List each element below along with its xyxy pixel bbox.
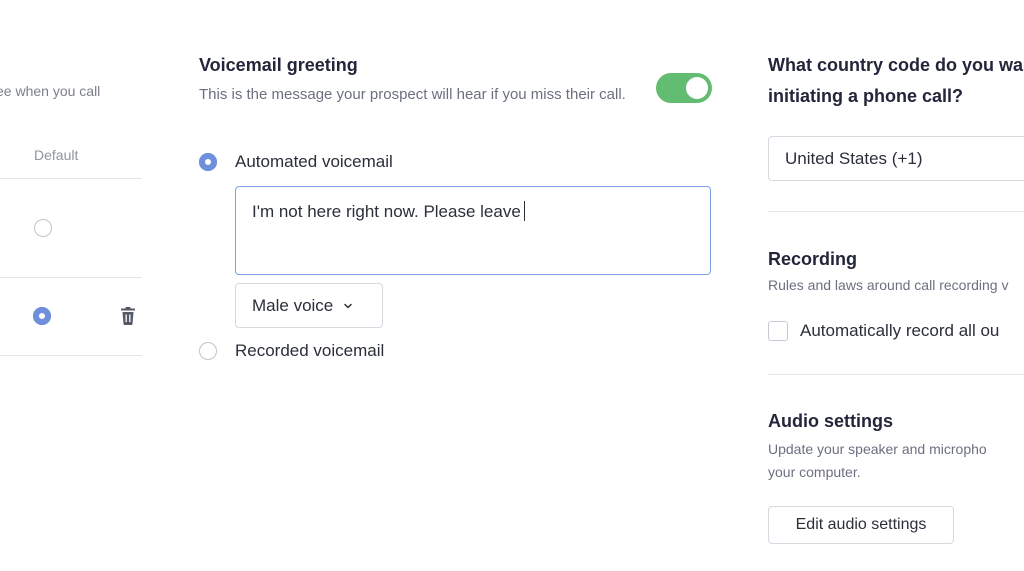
default-radio-row-2[interactable] — [33, 307, 51, 325]
voicemail-message-input[interactable]: I'm not here right now. Please leave — [235, 186, 711, 275]
audio-settings-title: Audio settings — [768, 411, 893, 431]
text-caret — [523, 201, 525, 221]
auto-record-checkbox[interactable] — [768, 321, 788, 341]
recording-title: Recording — [768, 249, 858, 269]
auto-record-label[interactable]: Automatically record all ou — [800, 321, 999, 341]
chevron-down-icon — [344, 303, 353, 308]
column-header-default: Default — [34, 147, 79, 163]
divider — [768, 374, 1024, 375]
divider — [0, 355, 142, 356]
voicemail-toggle[interactable] — [656, 73, 712, 103]
country-code-value: United States (+1) — [785, 148, 923, 168]
voicemail-description: This is the message your prospect will h… — [199, 86, 626, 103]
voicemail-message-text: I'm not here right now. Please leave — [252, 202, 521, 221]
country-code-title-line2: initiating a phone call? — [768, 86, 964, 106]
country-code-title-line1: What country code do you wa — [768, 55, 1024, 75]
divider — [0, 277, 142, 278]
calls-subtitle: ee when you call — [0, 83, 101, 99]
default-radio-row-1[interactable] — [34, 219, 52, 237]
divider — [0, 178, 142, 179]
edit-audio-settings-button[interactable]: Edit audio settings — [768, 506, 954, 544]
recorded-voicemail-radio[interactable] — [199, 342, 217, 360]
automated-voicemail-radio[interactable] — [199, 153, 217, 171]
recorded-voicemail-label[interactable]: Recorded voicemail — [235, 341, 384, 361]
trash-icon[interactable] — [120, 307, 136, 325]
toggle-knob — [686, 77, 708, 99]
country-code-select[interactable]: United States (+1) — [768, 136, 1024, 181]
voice-select[interactable]: Male voice — [235, 283, 383, 328]
voicemail-title: Voicemail greeting — [199, 55, 358, 75]
recording-description: Rules and laws around call recording v — [768, 277, 1009, 293]
divider — [768, 211, 1024, 212]
automated-voicemail-label[interactable]: Automated voicemail — [235, 152, 393, 172]
voice-select-value: Male voice — [252, 295, 334, 315]
audio-settings-description-line2: your computer. — [768, 464, 861, 480]
audio-settings-description-line1: Update your speaker and micropho — [768, 441, 987, 457]
